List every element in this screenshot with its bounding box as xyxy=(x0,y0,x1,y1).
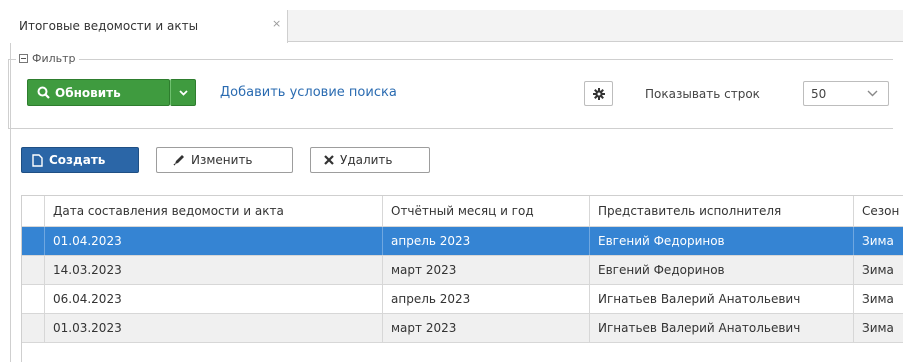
column-header[interactable]: Представитель исполнителя xyxy=(590,196,854,226)
chevron-down-icon xyxy=(178,89,188,96)
tab-label: Итоговые ведомости и акты xyxy=(19,19,199,33)
rows-per-page-label: Показывать строк xyxy=(645,87,760,101)
table-cell: Игнатьев Валерий Анатольевич xyxy=(590,314,854,342)
tab-bar: Итоговые ведомости и акты × xyxy=(10,10,903,43)
search-icon xyxy=(37,86,50,99)
table-cell: Зима xyxy=(862,292,894,306)
document-icon xyxy=(32,153,43,167)
edit-button[interactable]: Изменить xyxy=(156,147,293,173)
refresh-button[interactable]: Обновить xyxy=(27,79,170,106)
tab-final-statements[interactable]: Итоговые ведомости и акты × xyxy=(10,10,288,43)
add-search-condition-link[interactable]: Добавить условие поиска xyxy=(220,85,397,100)
table-cell: Евгений Федоринов xyxy=(590,227,854,255)
column-header[interactable]: Сезон xyxy=(854,196,903,226)
table-cell: март 2023 xyxy=(383,256,590,284)
create-label: Создать xyxy=(49,153,106,167)
settings-button[interactable] xyxy=(584,81,613,106)
table-row[interactable]: 06.04.2023 апрель 2023 Игнатьев Валерий … xyxy=(22,285,903,314)
table-cell: Евгений Федоринов xyxy=(590,256,854,284)
table-row[interactable]: 01.03.2023 март 2023 Игнатьев Валерий Ан… xyxy=(22,314,903,343)
cross-icon xyxy=(324,155,334,165)
chevron-down-icon xyxy=(867,90,878,97)
delete-label: Удалить xyxy=(340,153,393,167)
statements-table: Дата составления ведомости и акта Отчётн… xyxy=(21,195,903,362)
edit-label: Изменить xyxy=(191,153,253,167)
table-cell: 01.04.2023 xyxy=(45,227,383,255)
row-selector[interactable] xyxy=(22,314,45,342)
table-cell: март 2023 xyxy=(383,314,590,342)
table-row[interactable]: 14.03.2023 март 2023 Евгений Федоринов З… xyxy=(22,256,903,285)
table-cell: Зима xyxy=(862,234,894,248)
table-cell: апрель 2023 xyxy=(383,285,590,313)
refresh-dropdown-button[interactable] xyxy=(170,79,196,106)
table-cell: 01.03.2023 xyxy=(45,314,383,342)
column-header[interactable]: Отчётный месяц и год xyxy=(383,196,590,226)
table-cell: 06.04.2023 xyxy=(45,285,383,313)
table-row[interactable]: 01.04.2023 апрель 2023 Евгений Федоринов… xyxy=(22,227,903,256)
table-cell: 14.03.2023 xyxy=(45,256,383,284)
filter-legend[interactable]: Фильтр xyxy=(16,52,79,65)
column-header[interactable]: Дата составления ведомости и акта xyxy=(45,196,383,226)
create-button[interactable]: Создать xyxy=(21,147,139,173)
pencil-icon xyxy=(173,155,184,166)
close-icon[interactable]: × xyxy=(272,17,281,30)
row-selector[interactable] xyxy=(22,256,45,284)
collapse-icon[interactable] xyxy=(19,54,28,63)
table-cell: Зима xyxy=(862,321,894,335)
refresh-label: Обновить xyxy=(55,85,121,100)
row-selector[interactable] xyxy=(22,227,45,255)
table-cell: Игнатьев Валерий Анатольевич xyxy=(590,285,854,313)
rows-per-page-value: 50 xyxy=(811,87,827,101)
table-header: Дата составления ведомости и акта Отчётн… xyxy=(22,196,903,227)
filter-legend-label: Фильтр xyxy=(32,52,76,65)
row-selector[interactable] xyxy=(22,285,45,313)
gear-icon xyxy=(592,87,605,100)
table-cell: апрель 2023 xyxy=(383,227,590,255)
rows-per-page-select[interactable]: 50 xyxy=(803,81,889,106)
delete-button[interactable]: Удалить xyxy=(310,147,430,173)
table-cell: Зима xyxy=(862,263,894,277)
row-selector-header xyxy=(22,196,45,226)
